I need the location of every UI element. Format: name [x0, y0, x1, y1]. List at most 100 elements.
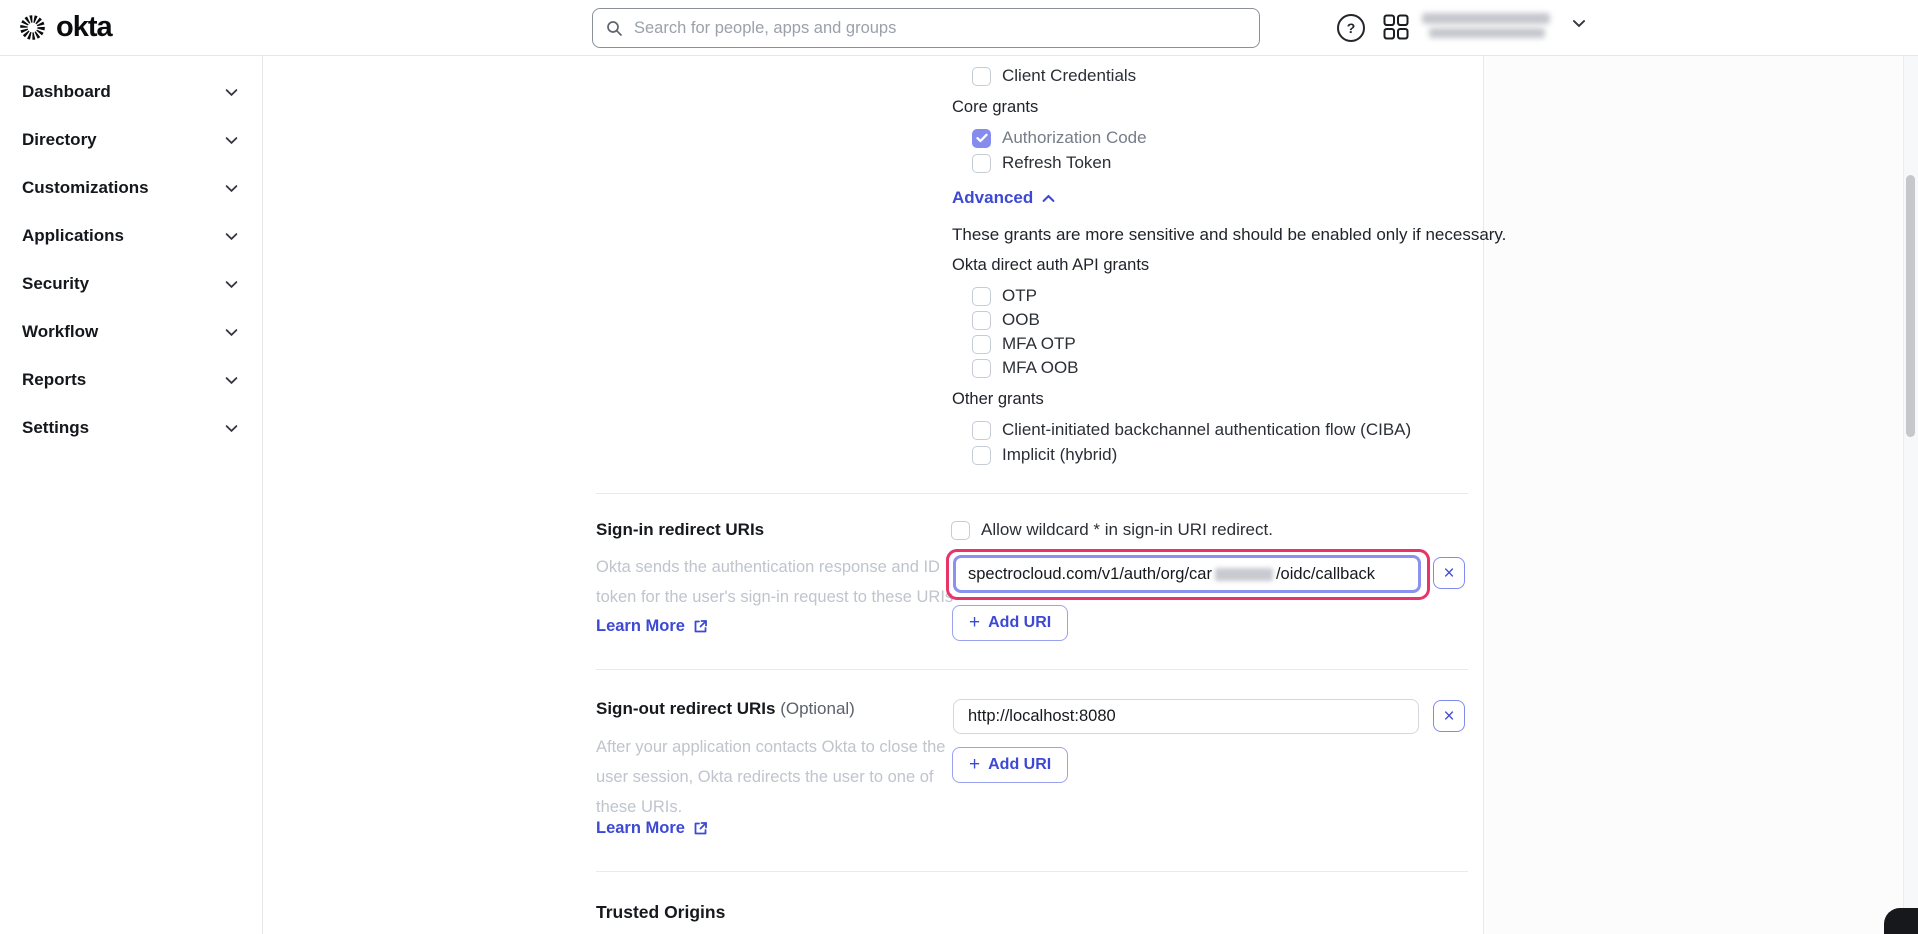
sidebar-item-label: Workflow	[22, 322, 98, 342]
signout-label-text: Sign-out redirect URIs	[596, 699, 775, 718]
allow-wildcard-checkbox[interactable]: Allow wildcard * in sign-in URI redirect…	[951, 518, 1273, 542]
signout-description: After your application contacts Okta to …	[596, 732, 974, 822]
learn-more-label: Learn More	[596, 617, 685, 636]
checkbox-icon[interactable]	[972, 154, 991, 173]
mfa-otp-label: MFA OTP	[1002, 334, 1076, 354]
page-background	[1484, 55, 1903, 934]
content-right-border	[1483, 55, 1484, 934]
sidebar-item-label: Security	[22, 274, 89, 294]
checkbox-icon[interactable]	[972, 67, 991, 86]
chevron-down-icon	[225, 280, 238, 289]
sidebar-item-security[interactable]: Security	[0, 260, 262, 308]
section-divider	[596, 493, 1468, 494]
add-signout-uri-button[interactable]: + Add URI	[952, 747, 1068, 783]
signin-redirect-uri-input[interactable]: spectrocloud.com/v1/auth/org/car/oidc/ca…	[953, 555, 1421, 593]
checkbox-icon[interactable]	[951, 521, 970, 540]
signin-redirect-uris-label: Sign-in redirect URIs	[596, 520, 764, 540]
sidebar-item-label: Dashboard	[22, 82, 111, 102]
sidebar-item-settings[interactable]: Settings	[0, 404, 262, 452]
sidebar-item-customizations[interactable]: Customizations	[0, 164, 262, 212]
close-icon: ×	[1443, 707, 1454, 726]
client-credentials-label: Client Credentials	[1002, 66, 1136, 86]
authorization-code-label: Authorization Code	[1002, 128, 1147, 148]
chevron-down-icon	[225, 376, 238, 385]
sidebar-item-label: Settings	[22, 418, 89, 438]
add-signin-uri-button[interactable]: + Add URI	[952, 605, 1068, 641]
signin-learn-more-link[interactable]: Learn More	[596, 617, 708, 636]
add-uri-label: Add URI	[988, 756, 1051, 774]
checkbox-icon[interactable]	[972, 311, 991, 330]
okta-logo[interactable]: okta	[19, 13, 112, 42]
plus-icon: +	[969, 612, 980, 634]
checkbox-checked-icon[interactable]	[972, 129, 991, 148]
refresh-token-checkbox[interactable]: Refresh Token	[972, 151, 1111, 175]
signout-redirect-uri-input[interactable]	[953, 699, 1419, 734]
search-input[interactable]	[632, 18, 1246, 39]
checkbox-icon[interactable]	[972, 359, 991, 378]
oob-label: OOB	[1002, 310, 1040, 330]
sidebar-item-label: Customizations	[22, 178, 149, 198]
remove-signin-uri-button[interactable]: ×	[1433, 557, 1465, 589]
add-uri-label: Add URI	[988, 614, 1051, 632]
okta-admin-console: okta ?	[0, 0, 1918, 934]
help-icon: ?	[1337, 14, 1365, 42]
checkbox-icon[interactable]	[972, 335, 991, 354]
direct-auth-grants-label: Okta direct auth API grants	[952, 256, 1149, 275]
close-icon: ×	[1443, 564, 1454, 583]
sidebar-item-workflow[interactable]: Workflow	[0, 308, 262, 356]
client-credentials-checkbox[interactable]: Client Credentials	[972, 64, 1136, 88]
uri-suffix-text: /oidc/callback	[1276, 565, 1375, 584]
sidebar-item-applications[interactable]: Applications	[0, 212, 262, 260]
help-button[interactable]: ?	[1337, 14, 1365, 42]
sidebar-item-dashboard[interactable]: Dashboard	[0, 68, 262, 116]
chevron-down-icon	[225, 184, 238, 193]
topbar: okta ?	[0, 0, 1918, 56]
ciba-checkbox[interactable]: Client-initiated backchannel authenticat…	[972, 418, 1411, 442]
chevron-down-icon	[225, 424, 238, 433]
external-link-icon	[693, 821, 708, 836]
sidebar-item-reports[interactable]: Reports	[0, 356, 262, 404]
scrollbar-thumb[interactable]	[1906, 175, 1915, 437]
okta-wordmark: okta	[56, 13, 112, 42]
uri-redacted-segment	[1215, 568, 1273, 581]
checkbox-icon[interactable]	[972, 421, 991, 440]
implicit-hybrid-label: Implicit (hybrid)	[1002, 445, 1117, 465]
chevron-up-icon	[1042, 194, 1055, 203]
checkbox-icon[interactable]	[972, 287, 991, 306]
signout-learn-more-link[interactable]: Learn More	[596, 819, 708, 838]
sidebar-item-directory[interactable]: Directory	[0, 116, 262, 164]
core-grants-label: Core grants	[952, 98, 1038, 117]
mfa-otp-checkbox[interactable]: MFA OTP	[972, 332, 1076, 356]
advanced-label: Advanced	[952, 188, 1033, 208]
corner-widget[interactable]	[1884, 908, 1918, 934]
global-search[interactable]	[592, 8, 1260, 48]
otp-label: OTP	[1002, 286, 1037, 306]
oob-checkbox[interactable]: OOB	[972, 308, 1040, 332]
learn-more-label: Learn More	[596, 819, 685, 838]
chevron-down-icon	[225, 232, 238, 241]
okta-logo-icon	[19, 14, 46, 41]
refresh-token-label: Refresh Token	[1002, 153, 1111, 173]
otp-checkbox[interactable]: OTP	[972, 284, 1037, 308]
uri-prefix-text: spectrocloud.com/v1/auth/org/car	[968, 565, 1212, 584]
sidebar-item-label: Reports	[22, 370, 86, 390]
optional-tag: (Optional)	[780, 699, 855, 718]
authorization-code-checkbox[interactable]: Authorization Code	[972, 126, 1147, 150]
chevron-down-icon	[225, 328, 238, 337]
signin-description: Okta sends the authentication response a…	[596, 552, 958, 612]
checkbox-icon[interactable]	[972, 446, 991, 465]
account-menu[interactable]	[1420, 8, 1595, 46]
remove-signout-uri-button[interactable]: ×	[1433, 700, 1465, 732]
allow-wildcard-label: Allow wildcard * in sign-in URI redirect…	[981, 520, 1273, 540]
chevron-down-icon	[1572, 19, 1586, 28]
account-name-redacted	[1422, 13, 1550, 24]
sidebar-item-label: Applications	[22, 226, 124, 246]
mfa-oob-label: MFA OOB	[1002, 358, 1079, 378]
sidebar: Dashboard Directory Customizations Appli…	[0, 55, 263, 934]
trusted-origins-heading: Trusted Origins	[596, 902, 725, 923]
signout-redirect-uris-label: Sign-out redirect URIs (Optional)	[596, 699, 855, 719]
mfa-oob-checkbox[interactable]: MFA OOB	[972, 356, 1079, 380]
implicit-hybrid-checkbox[interactable]: Implicit (hybrid)	[972, 443, 1117, 467]
advanced-toggle[interactable]: Advanced	[952, 188, 1055, 208]
apps-grid-button[interactable]	[1383, 14, 1409, 40]
